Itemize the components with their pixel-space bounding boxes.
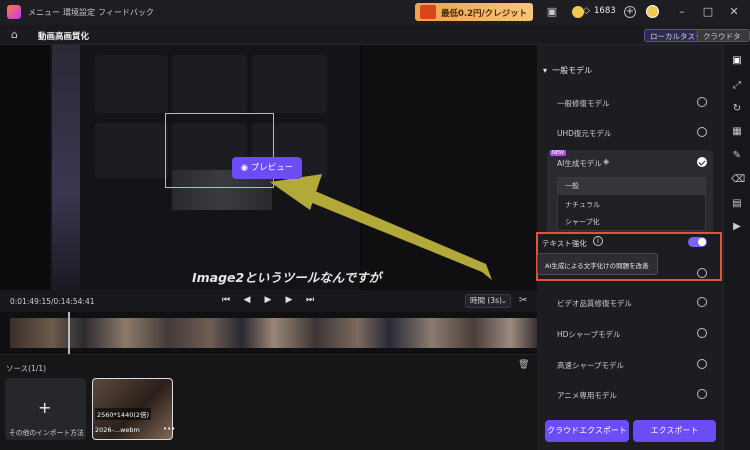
ai-style-option[interactable]: シャープ化 [565, 217, 600, 227]
play-icon[interactable]: ▶ [262, 295, 274, 305]
radio-uhd[interactable] [697, 127, 707, 137]
plus-icon[interactable]: + [38, 398, 51, 417]
timeline-frames [10, 318, 537, 348]
close-icon[interactable]: ✕ [727, 5, 741, 19]
playback-bar: 0:01:49:15/0:14:54:41 ⏮ ◀ ▶ ▶ ⏭ 時間 (3s) … [0, 290, 537, 312]
eraser-tool-icon[interactable]: ⌫ [731, 174, 745, 186]
cloud-task-button[interactable]: クラウドタスク [697, 29, 750, 54]
add-credits-button[interactable]: + [624, 6, 636, 18]
skip-end-icon[interactable]: ⏭ [304, 295, 316, 305]
radio-fast-sharp[interactable] [697, 359, 707, 369]
enhance-tool-icon[interactable]: ⤢ [731, 80, 743, 92]
video-window-light [52, 45, 80, 290]
promo-text: 最低0.2円/クレジット [441, 9, 528, 19]
video-subtitle: Image2というツールなんですが [192, 270, 382, 285]
credit-count: 1683 [594, 6, 616, 16]
app-logo [7, 5, 21, 19]
model-fast-sharp[interactable]: 高速シャープモデル [557, 360, 624, 371]
clip-resolution: 2560*1440(2倍) [95, 408, 152, 420]
ai-style-option[interactable]: 一般 [558, 178, 705, 195]
export-button[interactable]: エクスポート [633, 420, 716, 442]
menu-settings[interactable]: 環境設定 [63, 7, 95, 18]
text-enhance-toggle[interactable] [688, 237, 707, 247]
source-label: ソース(1/1) [6, 364, 47, 373]
model-uhd[interactable]: UHD復元モデル [557, 128, 611, 139]
gem-icon: ◇ [583, 6, 590, 16]
model-anime[interactable]: アニメ専用モデル [557, 390, 617, 401]
video-thumb [95, 123, 168, 178]
grid-tool-icon[interactable]: ▦ [731, 126, 743, 138]
interval-value: 時間 (3s) [470, 296, 502, 305]
edit-tool-icon[interactable]: ✎ [731, 150, 743, 162]
model-group-title: 一般モデル [552, 66, 593, 75]
notification-icon[interactable]: ▣ [545, 5, 559, 19]
trash-icon[interactable]: 🗑 [518, 360, 529, 370]
home-icon[interactable]: ⌂ [8, 28, 21, 41]
model-video-quality[interactable]: ビデオ品質修復モデル [557, 298, 632, 309]
text-enhance-label: テキスト強化 [542, 239, 587, 248]
step-forward-icon[interactable]: ▶ [283, 295, 295, 305]
page-title: 動画高画質化 [38, 32, 90, 42]
interval-select[interactable]: 時間 (3s) ⌄ [465, 294, 511, 308]
promo-banner[interactable]: 最低0.2円/クレジット [415, 3, 533, 21]
video-thumb [95, 55, 168, 113]
timeline[interactable] [0, 312, 537, 354]
model-group-header[interactable]: ▾ 一般モデル [543, 65, 592, 76]
title-bar: メニュー 環境設定 フィードバック 最低0.2円/クレジット ▣ ◇ 1683 … [0, 0, 750, 25]
radio-video-quality[interactable] [697, 297, 707, 307]
step-back-icon[interactable]: ◀ [241, 295, 253, 305]
model-ai[interactable]: AI生成モデル [557, 158, 602, 169]
info-icon[interactable]: i [593, 236, 603, 246]
menu-main[interactable]: メニュー [28, 7, 60, 18]
clip-name: 2026-...webm [95, 426, 140, 434]
menu-feedback[interactable]: フィードバック [98, 7, 154, 18]
model-general[interactable]: 一般修復モデル [557, 98, 610, 109]
playhead[interactable] [68, 312, 70, 354]
image-tool-icon[interactable]: ▤ [731, 198, 743, 210]
hd-tool-icon[interactable]: ▣ [731, 55, 743, 67]
radio-hd-sharp[interactable] [697, 328, 707, 338]
avatar[interactable] [646, 5, 659, 18]
radio-ai[interactable] [697, 157, 707, 167]
chevron-down-icon: ⌄ [500, 296, 507, 305]
cloud-export-button[interactable]: クラウドエクスポート [545, 420, 629, 442]
model-hd-sharp[interactable]: HDシャープモデル [557, 329, 620, 340]
minimize-icon[interactable]: – [675, 5, 689, 19]
arrow-head [270, 174, 322, 210]
eye-icon: ◉ [240, 163, 251, 173]
import-label[interactable]: その他のインポート方法 [9, 427, 84, 437]
video-thumb [252, 55, 327, 113]
preview-button[interactable]: ◉ プレビュー [232, 157, 302, 179]
new-badge: NEW [550, 150, 566, 156]
skip-start-icon[interactable]: ⏮ [220, 295, 232, 305]
video-tool-icon[interactable]: ▶ [731, 221, 743, 233]
wifi-icon: ◈ [603, 157, 610, 166]
sub-toolbar: ⌂ 動画高画質化 ローカルタスク クラウドタスク [0, 25, 750, 54]
radio-general[interactable] [697, 97, 707, 107]
scissors-icon[interactable]: ✂ [519, 295, 527, 306]
timecode: 0:01:49:15/0:14:54:41 [10, 297, 95, 306]
radio-anime[interactable] [697, 389, 707, 399]
more-icon[interactable]: ••• [163, 425, 175, 433]
gift-icon [420, 5, 436, 19]
rotate-tool-icon[interactable]: ↻ [731, 103, 743, 115]
preview-button-label: プレビュー [250, 163, 294, 173]
tooltip: AI生成による文字化けの問題を改善 [537, 253, 658, 275]
ai-style-option[interactable]: ナチュラル [565, 200, 600, 210]
video-thumb [172, 55, 247, 113]
radio-hidden-model[interactable] [697, 268, 707, 278]
maximize-icon[interactable]: □ [701, 5, 715, 19]
